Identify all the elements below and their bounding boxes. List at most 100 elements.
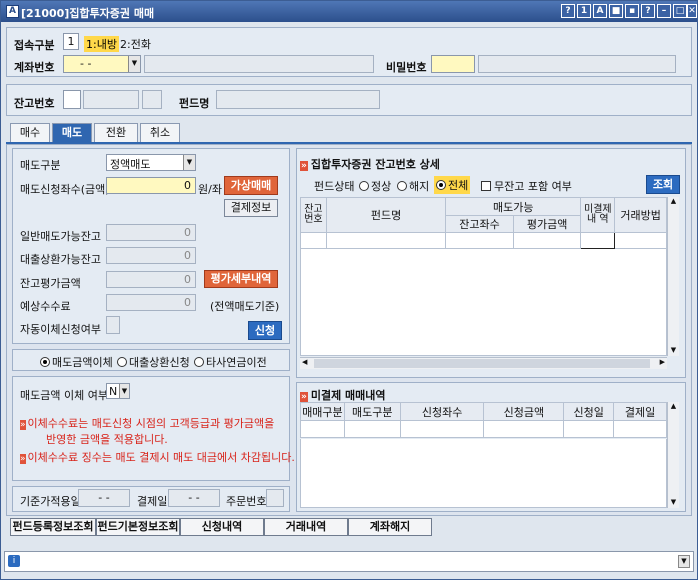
- eval-amount-label: 잔고평가금액: [20, 277, 81, 290]
- connect-opt-phone[interactable]: 2:전화: [120, 36, 151, 52]
- connect-input[interactable]: 1: [63, 33, 79, 50]
- table-row[interactable]: [300, 232, 667, 249]
- chevron-down-icon[interactable]: ▼: [678, 555, 690, 568]
- fee-field: 0: [106, 294, 196, 311]
- password-input[interactable]: [431, 55, 475, 73]
- radio-loan-repay[interactable]: 대출상환신청: [117, 354, 190, 370]
- balance-input[interactable]: [63, 90, 81, 109]
- radio-pension-transfer[interactable]: 타사연금이전: [194, 354, 267, 370]
- sell-type-select[interactable]: 정액매도 ▼: [106, 154, 196, 171]
- fund-reg-info-button[interactable]: 펀드등록정보조회: [10, 518, 96, 536]
- scroll-down-icon[interactable]: ▼: [668, 346, 679, 354]
- fee-value: 0: [184, 296, 191, 309]
- pin-icon[interactable]: ▪: [625, 4, 639, 18]
- unsettled-vscroll[interactable]: ▲ ▼: [667, 402, 679, 508]
- tab-sell[interactable]: 매도: [52, 123, 92, 142]
- unsettled-title: » 미결제 매매내역: [300, 387, 386, 403]
- maximize-icon[interactable]: □: [673, 4, 687, 18]
- help-icon[interactable]: ?: [641, 4, 655, 18]
- cell: [300, 420, 345, 438]
- col-method: 거래방법: [614, 197, 667, 233]
- base-date-field: - -: [78, 489, 130, 507]
- radio-status-all[interactable]: 전체: [434, 176, 471, 194]
- tab-cancel[interactable]: 취소: [140, 123, 180, 142]
- table-row[interactable]: [300, 420, 667, 438]
- radio-pension-transfer-label: 타사연금이전: [206, 356, 267, 369]
- scroll-thumb[interactable]: [314, 359, 650, 368]
- virtual-trade-button[interactable]: 가상매매: [224, 176, 278, 195]
- sell-amount-unit: 원/좌: [198, 183, 222, 196]
- radio-status-normal-label: 정상: [371, 180, 392, 193]
- transfer-select[interactable]: N ▼: [106, 383, 130, 399]
- detail-vscroll[interactable]: ▲ ▼: [667, 197, 679, 356]
- info-icon: i: [8, 555, 20, 567]
- detail-hscroll[interactable]: ◀ ▶: [300, 357, 667, 369]
- fund-name-field: [216, 90, 380, 109]
- radio-status-closed[interactable]: 해지: [397, 178, 429, 194]
- col-qty: 잔고좌수: [445, 215, 514, 233]
- account-name: [144, 55, 374, 73]
- notice-2: » 이체수수료 징수는 매도 결제시 매도 대금에서 차감됩니다.: [20, 449, 295, 465]
- font-icon[interactable]: A: [593, 4, 607, 18]
- unsettled-grid: 매매구분 매도구분 신청좌수 신청금액 신청일 결제일: [300, 402, 667, 438]
- cell: [325, 232, 447, 249]
- detail-title: » 집합투자증권 잔고번호 상세: [300, 156, 440, 172]
- sell-amount-input[interactable]: 0: [106, 177, 196, 194]
- title-bar: A [21000]집합투자증권 매매 ? 1 A ■ ▪ ? – □ ✕: [1, 1, 697, 22]
- col-request-qty: 신청좌수: [399, 402, 485, 421]
- detail-grid-body: [300, 249, 667, 356]
- fund-status-label: 펀드상태: [314, 180, 355, 193]
- cell: [580, 232, 616, 249]
- close-icon[interactable]: ✕: [687, 4, 697, 18]
- chevron-down-icon[interactable]: ▼: [128, 56, 140, 72]
- cell: [483, 420, 565, 438]
- scroll-left-icon[interactable]: ◀: [302, 358, 307, 366]
- transfer-label: 매도금액 이체 여부: [20, 389, 108, 402]
- order-no-field: [266, 489, 284, 507]
- minimize-icon[interactable]: –: [657, 4, 671, 18]
- scroll-right-icon[interactable]: ▶: [660, 358, 665, 366]
- trade-history-button[interactable]: 거래내역: [264, 518, 348, 536]
- user-icon[interactable]: ■: [609, 4, 623, 18]
- scroll-up-icon[interactable]: ▲: [668, 402, 679, 410]
- zero-balance-checkbox[interactable]: 무잔고 포함 여부: [481, 178, 572, 194]
- eval-detail-button[interactable]: 평가세부내역: [204, 270, 278, 288]
- fund-basic-info-button[interactable]: 펀드기본정보조회: [96, 518, 180, 536]
- chevron-down-icon[interactable]: ▼: [183, 155, 195, 170]
- col-eval: 평가금액: [512, 215, 582, 233]
- account-close-button[interactable]: 계좌해지: [348, 518, 432, 536]
- radio-loan-repay-label: 대출상환신청: [129, 356, 190, 369]
- eval-amount-value: 0: [184, 273, 191, 286]
- chevron-down-icon[interactable]: ▼: [119, 384, 129, 398]
- cell: [343, 420, 401, 438]
- app-icon: A: [6, 5, 19, 18]
- transfer-value: N: [109, 385, 118, 398]
- tab-buy[interactable]: 매수: [10, 123, 50, 142]
- one-icon[interactable]: 1: [577, 4, 591, 18]
- general-balance-value: 0: [184, 226, 191, 239]
- fee-label: 예상수수료: [20, 300, 71, 313]
- scroll-down-icon[interactable]: ▼: [668, 498, 679, 506]
- scroll-up-icon[interactable]: ▲: [668, 197, 679, 205]
- cell: [512, 232, 582, 249]
- request-history-button[interactable]: 신청내역: [180, 518, 264, 536]
- search-button[interactable]: 조회: [646, 175, 680, 194]
- col-sell-type: 매도구분: [343, 402, 401, 421]
- radio-status-all-label: 전체: [448, 179, 469, 192]
- account-input[interactable]: - - ▼: [63, 55, 141, 73]
- apply-button[interactable]: 신청: [248, 321, 282, 340]
- settle-info-button[interactable]: 결제정보: [224, 199, 278, 217]
- notice-1b: 반영한 금액을 적용합니다.: [46, 433, 168, 446]
- tab-switch[interactable]: 전환: [94, 123, 138, 142]
- notice-arrow-icon: »: [20, 420, 26, 430]
- print-icon[interactable]: ?: [561, 4, 575, 18]
- radio-sell-transfer[interactable]: 매도금액이체: [40, 354, 113, 370]
- connect-opt-visit[interactable]: 1:내방: [84, 36, 119, 52]
- cell: [563, 420, 615, 438]
- radio-icon: [117, 357, 127, 367]
- detail-grid: 잔고 번호 펀드명 매도가능 미결제 내 역 거래방법 잔고좌수 평가금액: [300, 197, 667, 249]
- loan-balance-value: 0: [184, 249, 191, 262]
- notice-1-text: 이체수수료는 매도신청 시점의 고객등급과 평가금액을: [27, 417, 275, 430]
- radio-status-normal[interactable]: 정상: [359, 178, 391, 194]
- radio-icon: [194, 357, 204, 367]
